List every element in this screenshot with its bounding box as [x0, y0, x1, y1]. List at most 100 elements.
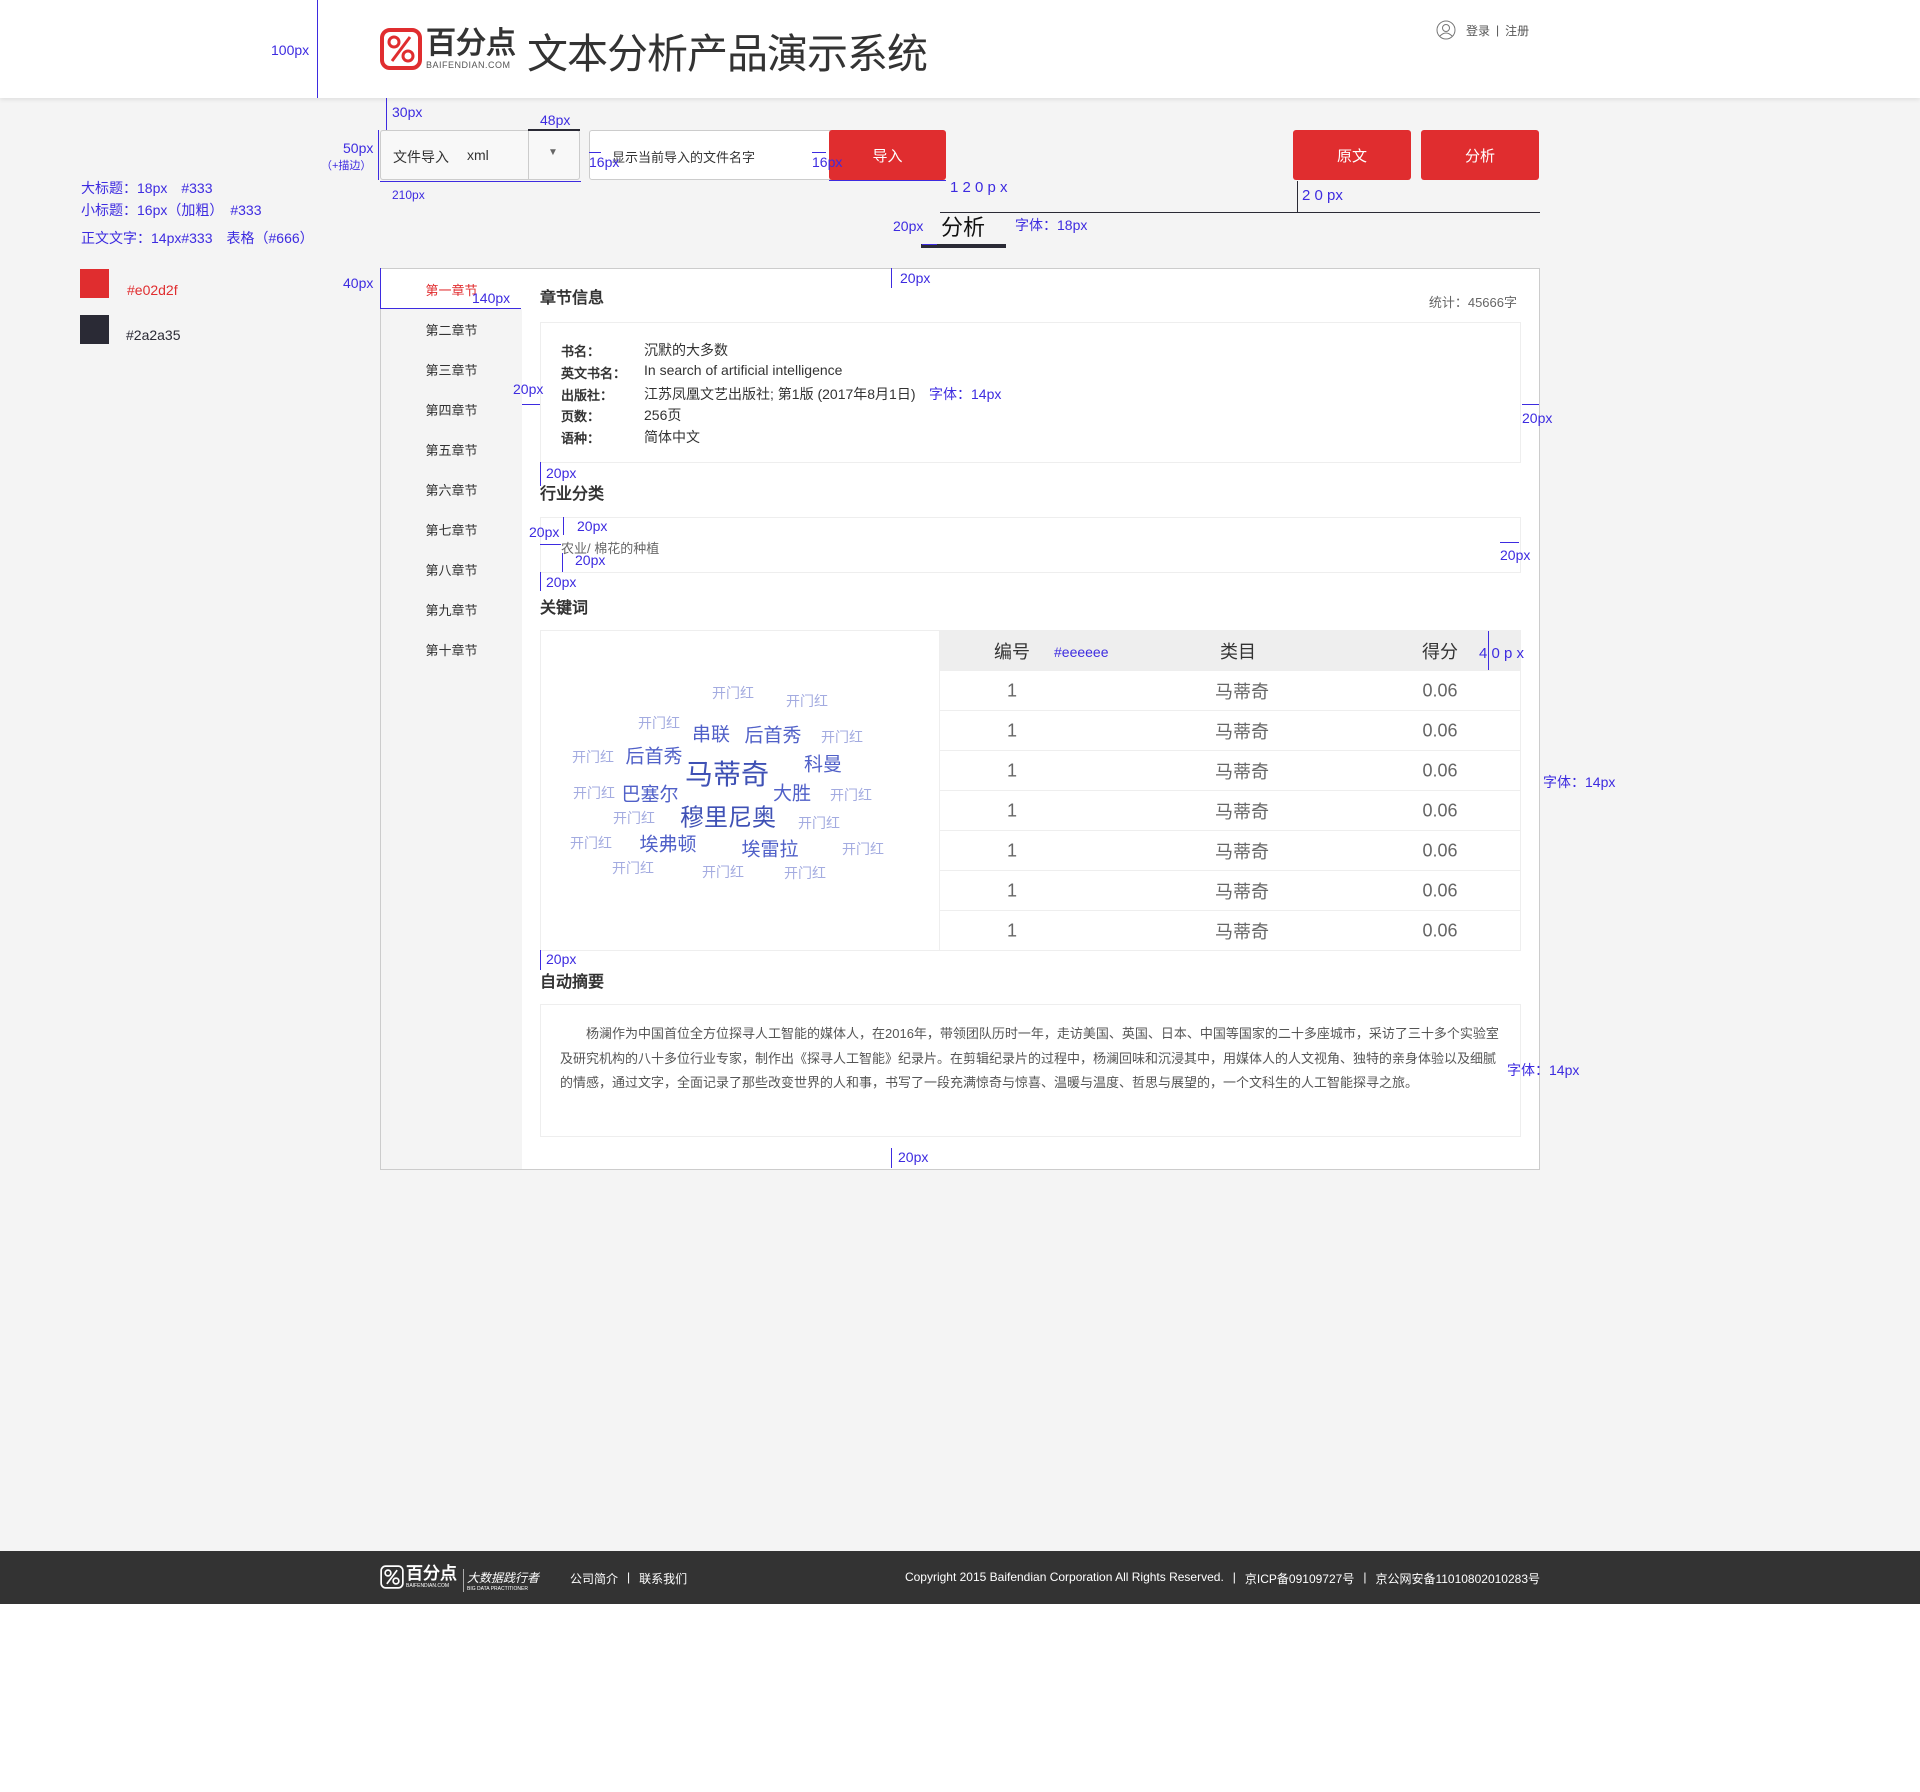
cloud-word[interactable]: 后首秀 — [744, 721, 801, 748]
annotation: 20px — [513, 381, 544, 397]
annotation: 20px — [1522, 410, 1553, 426]
auth-separator: | — [1496, 23, 1500, 37]
cloud-word[interactable]: 科曼 — [804, 750, 842, 777]
field-label: 语种： — [561, 431, 601, 446]
icp-number[interactable]: 京ICP备09109727号 — [1245, 1570, 1354, 1587]
login-link[interactable]: 登录 — [1466, 22, 1490, 39]
footer-slogan-sub: BIG DATA PRACTITIONER — [467, 1586, 528, 1592]
sidebar-item-chapter-10[interactable]: 第十章节 — [381, 629, 522, 669]
cloud-word[interactable]: 开门红 — [784, 863, 826, 883]
field-label: 出版社： — [561, 388, 614, 403]
sidebar-item-chapter-7[interactable]: 第七章节 — [381, 509, 522, 549]
cloud-word[interactable]: 巴塞尔 — [621, 780, 678, 807]
annotation: 20px — [893, 218, 924, 234]
annotation: 20px — [529, 524, 560, 540]
annotation-line — [380, 268, 381, 308]
field-label: 英文书名： — [561, 366, 627, 381]
logo[interactable]: 百分点 BAIFENDIAN.COM — [380, 28, 526, 72]
summary-box: 杨澜作为中国首位全方位探寻人工智能的媒体人，在2016年，带领团队历时一年，走访… — [540, 1004, 1521, 1137]
cloud-word[interactable]: 埃雷拉 — [741, 835, 798, 862]
filename-input[interactable]: 显示当前导入的文件名字 — [589, 130, 834, 180]
cloud-word[interactable]: 开门红 — [821, 727, 863, 747]
cloud-word[interactable]: 马蒂奇 — [685, 753, 769, 793]
summary-title: 自动摘要 — [540, 974, 605, 991]
cloud-word[interactable]: 大胜 — [773, 779, 811, 806]
cloud-word[interactable]: 后首秀 — [625, 742, 682, 769]
cloud-word[interactable]: 开门红 — [573, 783, 615, 803]
annotation: 20px — [546, 951, 577, 967]
contact-link[interactable]: 联系我们 — [639, 1570, 687, 1587]
annotation-line — [891, 1148, 892, 1168]
annotation: 20px — [1500, 547, 1531, 563]
cell-category: 马蒂奇 — [1215, 841, 1269, 862]
annotation: 字体：14px — [929, 386, 1002, 402]
red-swatch — [80, 269, 109, 298]
field-value: 256页 — [644, 407, 682, 423]
cell-score: 0.06 — [1422, 720, 1458, 740]
annotation: 20px — [546, 465, 577, 481]
import-button[interactable]: 导入 — [829, 130, 946, 180]
cell-score: 0.06 — [1422, 840, 1458, 860]
sidebar-item-chapter-3[interactable]: 第三章节 — [381, 349, 522, 389]
brand-name: 百分点 — [426, 27, 516, 60]
cell-id: 1 — [1006, 680, 1018, 700]
chapter-info-box: 书名： 沉默的大多数 英文书名： In search of artificial… — [540, 322, 1521, 463]
cell-category: 马蒂奇 — [1215, 681, 1269, 702]
cell-category: 马蒂奇 — [1215, 761, 1269, 782]
sidebar-item-chapter-8[interactable]: 第八章节 — [381, 549, 522, 589]
annotation-line — [386, 98, 387, 130]
analysis-button[interactable]: 分析 — [1421, 130, 1539, 180]
cell-id: 1 — [1006, 720, 1018, 740]
cloud-word[interactable]: 开门红 — [638, 713, 680, 733]
cell-score: 0.06 — [1422, 800, 1458, 820]
sidebar-item-chapter-2[interactable]: 第二章节 — [381, 309, 522, 349]
cell-category: 马蒂奇 — [1215, 922, 1269, 942]
dark-swatch — [80, 315, 109, 344]
sidebar-item-chapter-9[interactable]: 第九章节 — [381, 589, 522, 629]
annotation-line — [378, 130, 379, 180]
register-link[interactable]: 注册 — [1505, 22, 1529, 39]
sidebar-item-chapter-6[interactable]: 第六章节 — [381, 469, 522, 509]
cloud-word[interactable]: 开门红 — [786, 691, 828, 711]
annotation-line — [812, 152, 826, 153]
tab-analysis[interactable]: 分析 — [941, 210, 985, 242]
annotation: （+描边） — [321, 160, 372, 172]
sidebar-item-chapter-4[interactable]: 第四章节 — [381, 389, 522, 429]
cloud-word[interactable]: 埃弗顿 — [639, 830, 696, 857]
cloud-word[interactable]: 开门红 — [798, 813, 840, 833]
cloud-word[interactable]: 开门红 — [712, 683, 754, 703]
legend-small-title: 小标题：16px（加粗） #333 — [81, 202, 262, 218]
table-row: 1 马蒂奇 0.06 — [940, 831, 1521, 871]
cell-category: 马蒂奇 — [1215, 801, 1269, 822]
filename-placeholder: 显示当前导入的文件名字 — [612, 150, 756, 165]
cell-id: 1 — [1006, 920, 1018, 941]
cloud-word[interactable]: 开门红 — [830, 785, 872, 805]
field-value: 沉默的大多数 — [644, 342, 728, 358]
annotation: 50px — [343, 140, 374, 156]
cloud-word[interactable]: 穆里尼奥 — [680, 798, 776, 833]
file-type-select[interactable]: 文件导入 xml ▼ — [380, 130, 580, 180]
dark-swatch-label: #2a2a35 — [126, 327, 181, 343]
cloud-word[interactable]: 开门红 — [702, 862, 744, 882]
footer-separator: | — [1232, 1570, 1236, 1584]
annotation: 字体：18px — [1015, 217, 1088, 233]
annotation: 字体：14px — [1543, 774, 1616, 790]
cloud-word[interactable]: 开门红 — [842, 839, 884, 859]
about-link[interactable]: 公司简介 — [570, 1570, 618, 1587]
annotation: 40px — [343, 275, 374, 291]
cloud-word[interactable]: 串联 — [692, 720, 730, 747]
cloud-word[interactable]: 开门红 — [612, 858, 654, 878]
sidebar-item-chapter-5[interactable]: 第五章节 — [381, 429, 522, 469]
chapter-info-title: 章节信息 — [540, 290, 605, 307]
cell-id: 1 — [1006, 760, 1018, 780]
field-label: 书名： — [561, 344, 601, 359]
cloud-word[interactable]: 开门红 — [613, 808, 655, 828]
chevron-down-icon[interactable]: ▼ — [548, 147, 558, 158]
cloud-word[interactable]: 开门红 — [572, 747, 614, 767]
footer-logo-percent-icon — [380, 1565, 404, 1589]
annotation-line — [922, 244, 937, 245]
cloud-word[interactable]: 开门红 — [570, 833, 612, 853]
police-number[interactable]: 京公网安备11010802010283号 — [1375, 1570, 1540, 1587]
annotation: 100px — [271, 42, 310, 58]
original-text-button[interactable]: 原文 — [1293, 130, 1411, 180]
